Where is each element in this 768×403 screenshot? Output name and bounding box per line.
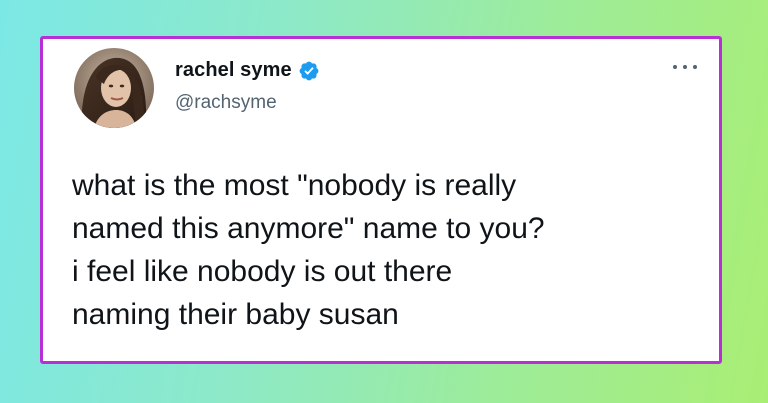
more-dot-icon <box>673 65 677 69</box>
more-dot-icon <box>693 65 697 69</box>
verified-badge-icon <box>299 61 319 80</box>
tweet-text-line: what is the most "nobody is really <box>72 169 517 202</box>
more-options-button[interactable] <box>673 59 697 75</box>
display-name[interactable]: rachel syme <box>175 59 292 82</box>
tweet-text: what is the most "nobody is really named… <box>72 164 712 336</box>
author-handle[interactable]: @rachsyme <box>175 92 277 114</box>
avatar-photo <box>74 48 154 128</box>
tweet-text-line: naming their baby susan <box>72 298 399 331</box>
avatar[interactable] <box>74 48 154 128</box>
tweet-card: rachel syme @rachsyme what is the most "… <box>40 36 722 364</box>
tweet-text-line: named this anymore" name to you? <box>72 212 545 245</box>
author-row: rachel syme <box>175 59 320 82</box>
more-dot-icon <box>683 65 687 69</box>
tweet-text-line: i feel like nobody is out there <box>72 255 453 288</box>
